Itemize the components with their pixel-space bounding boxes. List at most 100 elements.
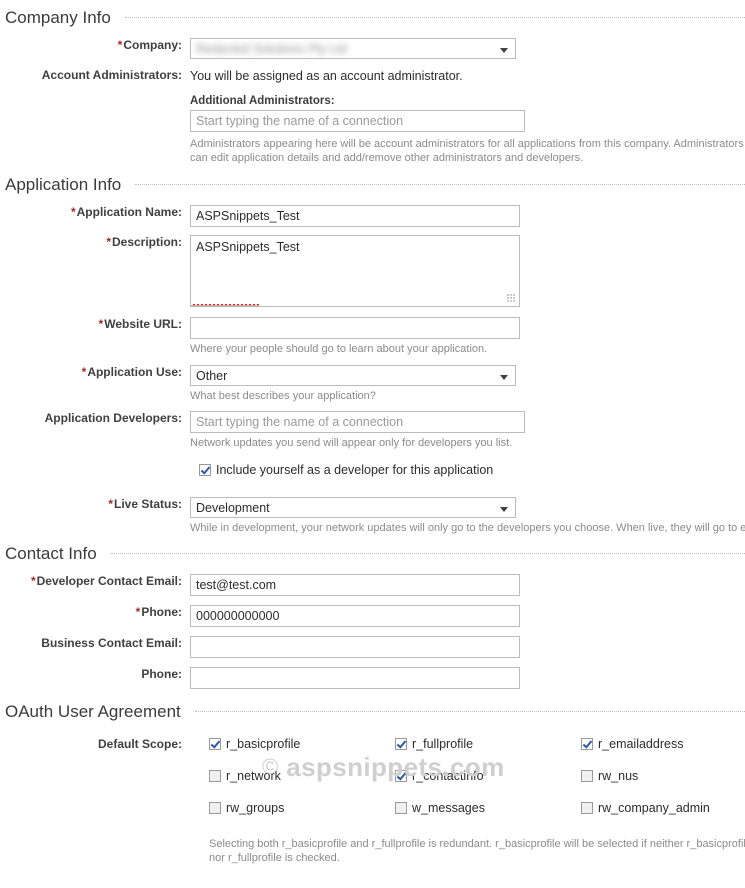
account-administrators-hint: Administrators appearing here will be ac… — [190, 138, 744, 164]
row-application-use: *Application Use: Other What best descri… — [0, 365, 745, 403]
row-business-phone: Phone: — [0, 667, 745, 689]
row-website-url: *Website URL: Where your people should g… — [0, 317, 745, 356]
label-business-phone: Phone: — [141, 667, 182, 681]
field-developer-phone — [190, 605, 745, 627]
scope-label: r_contactinfo — [412, 769, 484, 783]
row-developer-contact-email: *Developer Contact Email: — [0, 574, 745, 596]
label-developer-phone: *Phone: — [135, 605, 182, 619]
scope-checkbox-r_emailaddress[interactable] — [581, 738, 593, 750]
row-account-administrators: Account Administrators: You will be assi… — [0, 68, 745, 165]
field-application-developers: Network updates you send will appear onl… — [190, 411, 745, 477]
scope-option-r_contactinfo[interactable]: r_contactinfo — [395, 769, 581, 783]
scope-option-r_basicprofile[interactable]: r_basicprofile — [209, 737, 395, 751]
include-self-developer-checkbox[interactable] — [199, 464, 211, 476]
scope-checkbox-rw_company_admin[interactable] — [581, 802, 593, 814]
resize-grip-icon[interactable] — [507, 294, 516, 303]
row-live-status: *Live Status: Development While in devel… — [0, 497, 745, 535]
scope-option-rw_company_admin[interactable]: rw_company_admin — [581, 801, 745, 815]
live-status-select[interactable]: Development — [190, 497, 516, 518]
scope-label: rw_nus — [598, 769, 639, 783]
application-use-select[interactable]: Other — [190, 365, 516, 386]
chevron-down-icon — [500, 48, 508, 53]
section-title: Contact Info — [5, 544, 97, 563]
scope-option-r_network[interactable]: r_network — [209, 769, 395, 783]
company-select-value: Redacted Solutions Pty Ltd — [196, 42, 347, 56]
include-self-developer-row[interactable]: Include yourself as a developer for this… — [199, 463, 745, 477]
scope-option-rw_groups[interactable]: rw_groups — [209, 801, 395, 815]
section-divider — [110, 553, 745, 554]
scope-checkbox-w_messages[interactable] — [395, 802, 407, 814]
field-account-administrators: You will be assigned as an account admin… — [190, 68, 745, 165]
scope-label: r_emailaddress — [598, 737, 684, 751]
scope-label: rw_company_admin — [598, 801, 710, 815]
website-url-input[interactable] — [190, 317, 520, 339]
section-divider — [194, 711, 745, 712]
scope-checkbox-r_basicprofile[interactable] — [209, 738, 221, 750]
account-administrators-text: You will be assigned as an account admin… — [190, 69, 463, 83]
business-contact-email-input[interactable] — [190, 636, 520, 658]
application-developers-input[interactable] — [190, 411, 525, 433]
row-description: *Description: ASPSnippets_Test — [0, 235, 745, 307]
label-developer-contact-email: *Developer Contact Email: — [30, 574, 182, 588]
required-marker: * — [98, 317, 104, 331]
label-account-administrators: Account Administrators: — [41, 68, 182, 82]
application-use-value: Other — [196, 369, 228, 383]
row-developer-phone: *Phone: — [0, 605, 745, 627]
label-company: *Company: — [117, 38, 182, 52]
additional-administrators-input[interactable] — [190, 110, 525, 132]
scope-label: rw_groups — [226, 801, 285, 815]
application-name-input[interactable] — [190, 205, 520, 227]
company-select[interactable]: Redacted Solutions Pty Ltd — [190, 38, 516, 59]
description-textarea-value: ASPSnippets_Test — [196, 240, 300, 254]
section-header-oauth-user-agreement: OAuth User Agreement — [0, 702, 745, 722]
section-title: Company Info — [5, 8, 111, 27]
label-default-scope: Default Scope: — [97, 737, 182, 751]
scope-option-rw_nus[interactable]: rw_nus — [581, 769, 745, 783]
default-scope-hint: Selecting both r_basicprofile and r_full… — [209, 838, 745, 864]
default-scope-checkbox-grid: r_basicprofile r_fullprofile r_emailaddres… — [209, 737, 745, 815]
scope-option-w_messages[interactable]: w_messages — [395, 801, 581, 815]
row-default-scope: Default Scope: r_basicprofile r_fullprofi… — [0, 737, 745, 865]
field-developer-contact-email — [190, 574, 745, 596]
field-website-url: Where your people should go to learn abo… — [190, 317, 745, 356]
row-application-name: *Application Name: — [0, 205, 745, 227]
row-application-developers: Application Developers: Network updates … — [0, 411, 745, 477]
required-marker: * — [108, 497, 113, 511]
label-application-developers: Application Developers: — [44, 411, 182, 425]
scope-label: r_basicprofile — [226, 737, 301, 751]
website-url-hint: Where your people should go to learn abo… — [190, 343, 488, 355]
section-title: Application Info — [5, 175, 122, 194]
required-marker: * — [81, 365, 87, 379]
scope-checkbox-r_fullprofile[interactable] — [395, 738, 407, 750]
scope-option-r_fullprofile[interactable]: r_fullprofile — [395, 737, 581, 751]
scope-label: w_messages — [412, 801, 485, 815]
required-marker: * — [117, 38, 123, 52]
scope-checkbox-rw_nus[interactable] — [581, 770, 593, 782]
label-description: *Description: — [106, 235, 182, 249]
scope-checkbox-r_network[interactable] — [209, 770, 221, 782]
section-divider — [124, 17, 745, 18]
row-business-contact-email: Business Contact Email: — [0, 636, 745, 658]
description-textarea[interactable]: ASPSnippets_Test — [190, 235, 520, 307]
field-business-phone — [190, 667, 745, 689]
developer-contact-email-input[interactable] — [190, 574, 520, 596]
scope-option-r_emailaddress[interactable]: r_emailaddress — [581, 737, 745, 751]
field-application-use: Other What best describes your applicati… — [190, 365, 745, 403]
required-marker: * — [70, 205, 76, 219]
field-description: ASPSnippets_Test — [190, 235, 745, 307]
scope-checkbox-r_contactinfo[interactable] — [395, 770, 407, 782]
include-self-developer-label: Include yourself as a developer for this… — [216, 463, 494, 477]
scope-checkbox-rw_groups[interactable] — [209, 802, 221, 814]
section-title: OAuth User Agreement — [5, 702, 181, 721]
label-business-contact-email: Business Contact Email: — [41, 636, 182, 650]
field-business-contact-email — [190, 636, 745, 658]
business-phone-input[interactable] — [190, 667, 520, 689]
live-status-hint: While in development, your network updat… — [190, 522, 745, 534]
scope-label: r_fullprofile — [412, 737, 474, 751]
label-additional-administrators: Additional Administrators: — [190, 95, 335, 107]
required-marker: * — [106, 235, 111, 249]
field-application-name — [190, 205, 745, 227]
developer-phone-input[interactable] — [190, 605, 520, 627]
chevron-down-icon — [500, 507, 508, 512]
section-header-contact-info: Contact Info — [0, 544, 745, 564]
